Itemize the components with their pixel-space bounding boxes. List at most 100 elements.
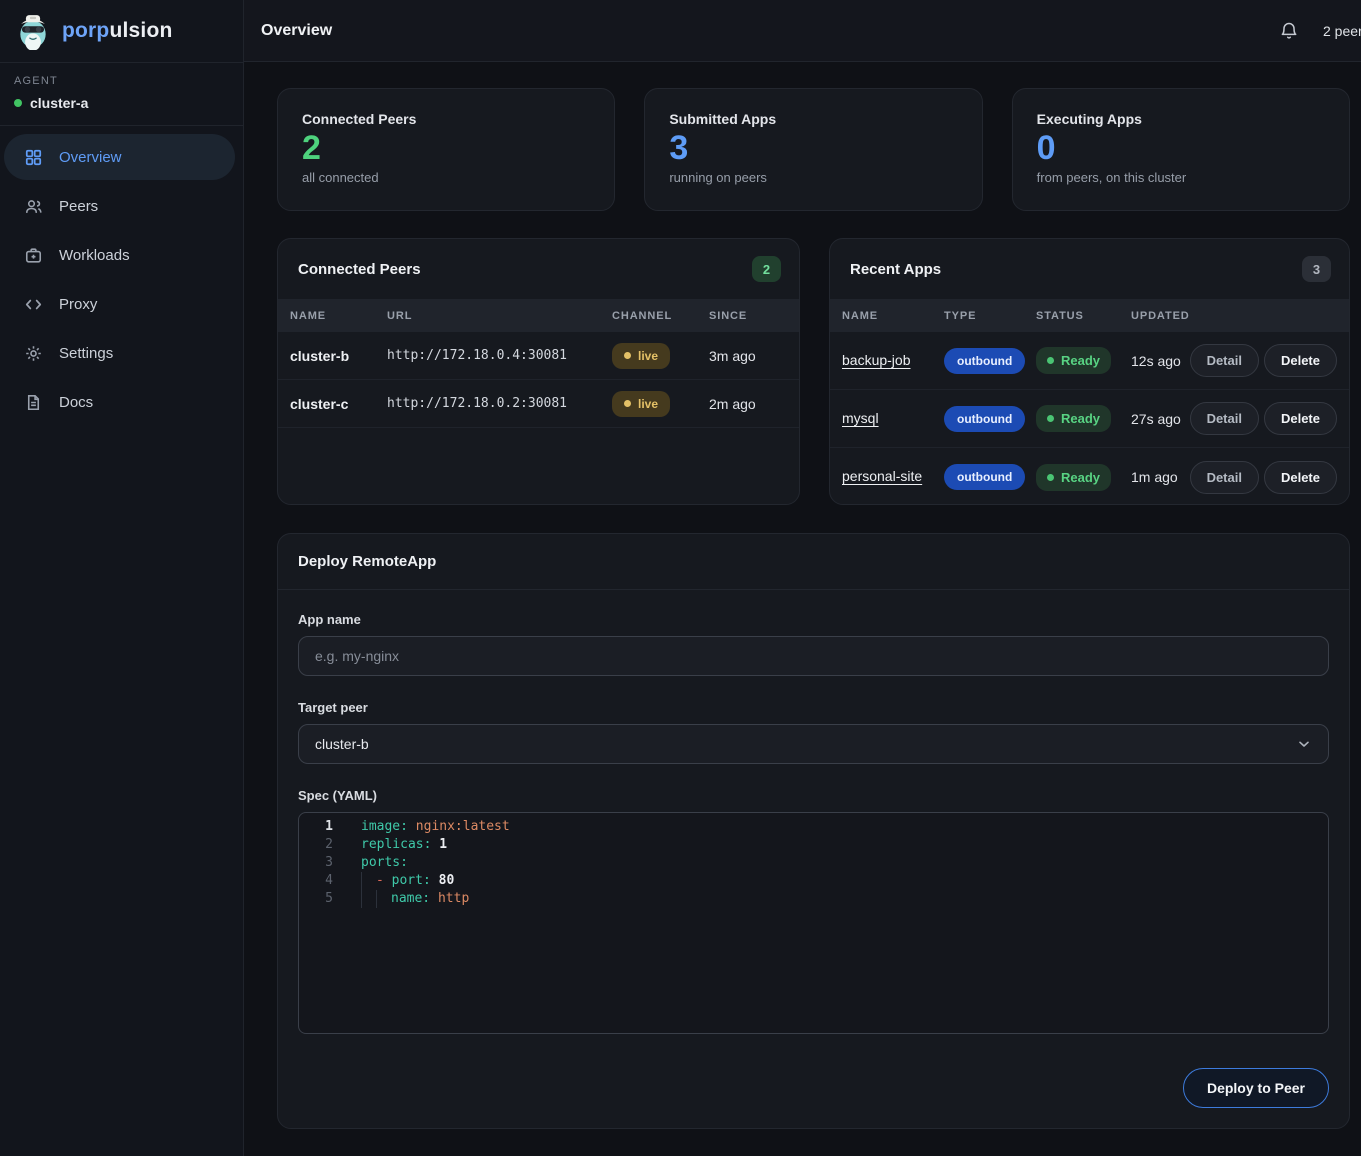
outbound-badge: outbound <box>944 348 1025 374</box>
live-badge: live <box>612 391 670 417</box>
table-row: cluster-b http://172.18.0.4:30081 live 3… <box>278 332 799 380</box>
main-area: Overview 2 peers Connected Peers 2 all c… <box>244 0 1361 1156</box>
app-name-label: App name <box>298 612 1329 627</box>
yaml-code-editor[interactable]: 1 image: nginx:latest 2 replicas: 1 3 po… <box>298 812 1329 1034</box>
target-peer-field-group: Target peer cluster-b <box>298 700 1329 764</box>
stat-title: Submitted Apps <box>669 111 957 127</box>
target-peer-select[interactable]: cluster-b <box>298 724 1329 764</box>
gear-icon <box>24 344 43 363</box>
agent-section: AGENT cluster-a <box>0 62 243 126</box>
users-icon <box>24 197 43 216</box>
stats-row: Connected Peers 2 all connected Submitte… <box>277 88 1350 211</box>
app-name-link[interactable]: mysql <box>842 410 879 426</box>
sidebar-item-settings[interactable]: Settings <box>4 330 235 376</box>
deploy-footer: Deploy to Peer <box>298 1034 1329 1110</box>
target-peer-value: cluster-b <box>315 736 369 752</box>
app-name-link[interactable]: personal-site <box>842 468 922 484</box>
line-number: 1 <box>299 818 333 836</box>
sidebar-item-workloads[interactable]: Workloads <box>4 232 235 278</box>
channel-cell: live <box>612 391 709 417</box>
stat-title: Connected Peers <box>302 111 590 127</box>
stat-subtitle: all connected <box>302 170 590 185</box>
deploy-remoteapp-panel: Deploy RemoteApp App name Target peer cl… <box>277 533 1350 1129</box>
sidebar: porpulsion AGENT cluster-a Overview <box>0 0 244 1156</box>
topbar: Overview 2 peers <box>244 0 1361 62</box>
row-actions: Detail Delete <box>1202 402 1337 435</box>
sidebar-item-label: Peers <box>59 198 98 215</box>
arrows-icon <box>24 295 43 314</box>
agent-online-dot <box>14 99 22 107</box>
sidebar-nav: Overview Peers Workloads <box>0 126 243 425</box>
column-header-name: NAME <box>290 310 387 322</box>
indent-guide <box>376 890 391 908</box>
sidebar-item-label: Docs <box>59 394 93 411</box>
stat-title: Executing Apps <box>1037 111 1325 127</box>
document-icon <box>24 393 43 412</box>
line-number: 2 <box>299 836 333 854</box>
sidebar-item-overview[interactable]: Overview <box>4 134 235 180</box>
column-header-name: NAME <box>842 310 944 322</box>
line-number: 4 <box>299 872 333 890</box>
bell-icon[interactable] <box>1279 21 1299 41</box>
tables-row: Connected Peers 2 NAME URL CHANNEL SINCE… <box>277 238 1350 505</box>
outbound-badge: outbound <box>944 464 1025 490</box>
recent-apps-panel: Recent Apps 3 NAME TYPE STATUS UPDATED b… <box>829 238 1350 505</box>
delete-button[interactable]: Delete <box>1264 461 1337 494</box>
spec-yaml-label: Spec (YAML) <box>298 788 1329 803</box>
ready-dot-icon <box>1047 474 1054 481</box>
ready-dot-icon <box>1047 357 1054 364</box>
panel-title: Connected Peers <box>298 261 421 278</box>
deploy-form: App name Target peer cluster-b Spec (YAM… <box>278 590 1349 1128</box>
delete-button[interactable]: Delete <box>1264 344 1337 377</box>
line-number: 3 <box>299 854 333 872</box>
stat-value: 2 <box>302 129 590 168</box>
code-line: 1 image: nginx:latest <box>299 818 1328 836</box>
ready-badge: Ready <box>1036 347 1111 374</box>
content: Connected Peers 2 all connected Submitte… <box>244 62 1361 1129</box>
stat-card-connected-peers: Connected Peers 2 all connected <box>277 88 615 211</box>
live-badge: live <box>612 343 670 369</box>
app-name-input[interactable] <box>298 636 1329 676</box>
peer-status-text: 2 peers <box>1323 23 1361 39</box>
row-actions: Detail Delete <box>1202 461 1337 494</box>
deploy-to-peer-button[interactable]: Deploy to Peer <box>1183 1068 1329 1108</box>
topbar-right: 2 peers <box>1279 21 1361 41</box>
app-title: porpulsion <box>62 19 173 43</box>
peer-since: 3m ago <box>709 348 787 364</box>
detail-button[interactable]: Detail <box>1190 461 1259 494</box>
sidebar-item-docs[interactable]: Docs <box>4 379 235 425</box>
app-name-link[interactable]: backup-job <box>842 352 911 368</box>
detail-button[interactable]: Detail <box>1190 344 1259 377</box>
app-count-badge: 3 <box>1302 256 1331 282</box>
table-row: personal-site outbound Ready 1m ago Deta… <box>830 448 1349 505</box>
panel-title: Recent Apps <box>850 261 941 278</box>
app-name-field-group: App name <box>298 612 1329 676</box>
detail-button[interactable]: Detail <box>1190 402 1259 435</box>
stat-value: 3 <box>669 129 957 168</box>
connected-peers-panel: Connected Peers 2 NAME URL CHANNEL SINCE… <box>277 238 800 505</box>
spec-field-group: Spec (YAML) 1 image: nginx:latest 2 repl… <box>298 788 1329 1034</box>
table-row: cluster-c http://172.18.0.2:30081 live 2… <box>278 380 799 428</box>
column-header-url: URL <box>387 310 612 322</box>
peer-since: 2m ago <box>709 396 787 412</box>
stat-card-submitted-apps: Submitted Apps 3 running on peers <box>644 88 982 211</box>
page-title: Overview <box>261 22 332 40</box>
code-line: 4 - port: 80 <box>299 872 1328 890</box>
panel-header: Connected Peers 2 <box>278 239 799 299</box>
ready-badge: Ready <box>1036 464 1111 491</box>
table-row: backup-job outbound Ready 12s ago Detail… <box>830 332 1349 390</box>
delete-button[interactable]: Delete <box>1264 402 1337 435</box>
brand: porpulsion <box>0 0 243 62</box>
indent-guide <box>361 872 376 890</box>
code-line: 3 ports: <box>299 854 1328 872</box>
grid-icon <box>24 148 43 167</box>
channel-cell: live <box>612 343 709 369</box>
deploy-title: Deploy RemoteApp <box>298 553 436 570</box>
stat-subtitle: from peers, on this cluster <box>1037 170 1325 185</box>
sidebar-item-proxy[interactable]: Proxy <box>4 281 235 327</box>
peer-url: http://172.18.0.4:30081 <box>387 348 612 363</box>
stat-subtitle: running on peers <box>669 170 957 185</box>
sidebar-item-peers[interactable]: Peers <box>4 183 235 229</box>
column-header-type: TYPE <box>944 310 1036 322</box>
code-line: 5 name: http <box>299 890 1328 908</box>
